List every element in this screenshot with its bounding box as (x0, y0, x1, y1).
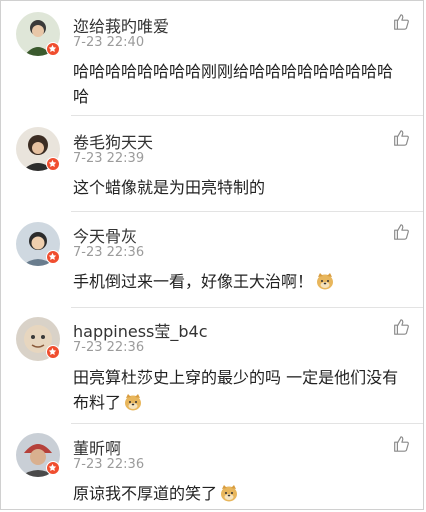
comment-time: 7-23 22:36 (73, 340, 145, 355)
comment-author[interactable]: 董昕啊 (73, 435, 121, 459)
comment-author[interactable]: 迩给莪旳唯爱 (73, 13, 169, 37)
comment-text-body: 哈哈哈哈哈哈哈哈刚刚给哈哈哈哈哈哈哈哈哈哈 (73, 62, 394, 106)
vip-badge-icon (46, 461, 60, 475)
vip-badge-icon (46, 250, 60, 264)
divider (71, 307, 423, 308)
comment-text: 原谅我不厚道的笑了 (73, 481, 408, 506)
comment-text: 这个蜡像就是为田亮特制的 (73, 175, 408, 200)
comment-author[interactable]: 今天骨灰 (73, 223, 137, 247)
thumbs-up-icon[interactable] (392, 13, 410, 31)
doge-emoji (123, 392, 143, 412)
vip-badge-icon (46, 345, 60, 359)
vip-badge-icon (46, 42, 60, 56)
comment-text-body: 手机倒过来一看，好像王大治啊！ (73, 272, 314, 291)
doge-emoji (219, 483, 239, 503)
thumbs-up-icon[interactable] (392, 435, 410, 453)
thumbs-up-icon[interactable] (392, 129, 410, 147)
comment-time: 7-23 22:40 (73, 35, 145, 50)
comment-text: 哈哈哈哈哈哈哈哈刚刚给哈哈哈哈哈哈哈哈哈哈 (73, 59, 408, 109)
comment-time: 7-23 22:39 (73, 151, 145, 166)
comment-author[interactable]: 卷毛狗天天 (73, 129, 153, 153)
divider (71, 115, 423, 116)
thumbs-up-icon[interactable] (392, 223, 410, 241)
divider (71, 423, 423, 424)
comment-text-body: 原谅我不厚道的笑了 (73, 484, 218, 503)
comment-text: 手机倒过来一看，好像王大治啊！ (73, 269, 408, 294)
thumbs-up-icon[interactable] (392, 318, 410, 336)
comment-time: 7-23 22:36 (73, 457, 145, 472)
comment-time: 7-23 22:36 (73, 245, 145, 260)
comment-author[interactable]: happiness莹_b4c (73, 318, 208, 342)
comment-text-body: 这个蜡像就是为田亮特制的 (73, 178, 266, 197)
vip-badge-icon (46, 157, 60, 171)
comment-list: 迩给莪旳唯爱 7-23 22:40 哈哈哈哈哈哈哈哈刚刚给哈哈哈哈哈哈哈哈哈哈 … (0, 0, 424, 510)
doge-emoji (315, 271, 335, 291)
divider (71, 211, 423, 212)
comment-text: 田亮算杜莎史上穿的最少的吗 一定是他们没有布料了 (73, 365, 408, 415)
comment-text-body: 田亮算杜莎史上穿的最少的吗 一定是他们没有布料了 (73, 368, 399, 412)
